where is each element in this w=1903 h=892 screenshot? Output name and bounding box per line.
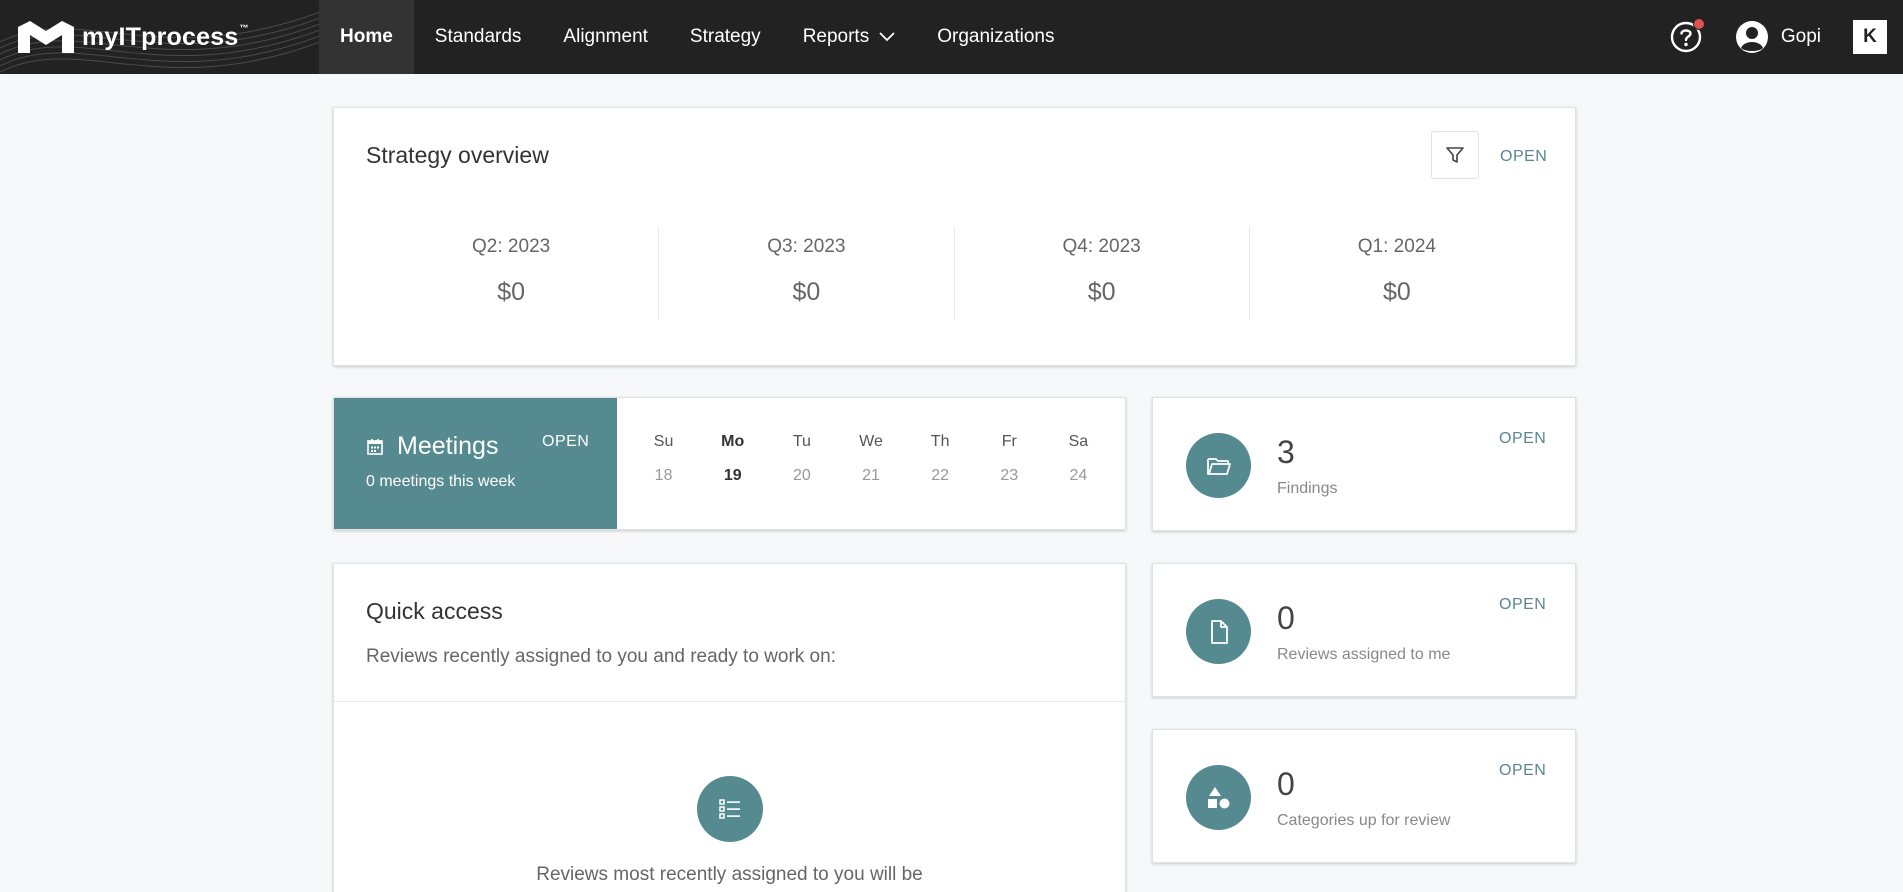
app-switcher-button[interactable]: K (1853, 20, 1887, 54)
brand-name: myITprocess™ (82, 22, 249, 51)
calendar-day[interactable]: Fr 23 (975, 398, 1044, 529)
day-name: Mo (721, 433, 745, 450)
day-name: Tu (792, 433, 811, 450)
folder-open-icon (1206, 457, 1231, 475)
categories-count: 0 (1277, 766, 1295, 802)
quarter-value: $0 (497, 278, 526, 306)
calendar-day[interactable]: Tu 20 (767, 398, 836, 529)
nav-home-label: Home (340, 26, 393, 47)
nav-home[interactable]: Home (319, 0, 414, 74)
day-date: 18 (654, 467, 673, 484)
calendar-day[interactable]: We 21 (836, 398, 905, 529)
nav-reports-dropdown[interactable]: Reports (782, 0, 917, 74)
main-nav: Home Standards Alignment Strategy Report… (319, 0, 1075, 74)
calendar-day[interactable]: Su 18 (629, 398, 698, 529)
quarter-summary: Q2: 2023 $0 Q3: 2023 $0 Q4: 2023 $0 Q1: … (364, 226, 1544, 320)
notification-dot (1692, 18, 1705, 30)
nav-reports-label: Reports (802, 26, 870, 47)
meetings-card: Meetings 0 meetings this week OPEN Su 18 … (333, 397, 1126, 530)
reviews-icon-badge (1186, 599, 1251, 664)
quarter-item: Q1: 2024 $0 (1250, 226, 1544, 320)
findings-card: 3 Findings OPEN (1152, 397, 1576, 531)
top-navigation-bar: myITprocess™ Home Standards Alignment St… (0, 0, 1903, 74)
logo-mark-icon (18, 21, 74, 53)
day-name: Su (653, 433, 674, 450)
day-date: 22 (931, 467, 950, 484)
day-date: 24 (1069, 467, 1088, 484)
user-menu[interactable]: Gopi (1735, 20, 1821, 54)
findings-count: 3 (1277, 434, 1295, 470)
quarter-value: $0 (792, 278, 821, 306)
meetings-open-link[interactable]: OPEN (542, 433, 589, 451)
user-avatar-icon (1735, 21, 1768, 53)
findings-icon-badge (1186, 433, 1251, 498)
calendar-day[interactable]: Th 22 (906, 398, 975, 529)
meetings-summary: Meetings 0 meetings this week OPEN (334, 398, 617, 529)
app-badge-label: K (1863, 26, 1877, 47)
day-date: 23 (1000, 467, 1019, 484)
filter-icon (1446, 147, 1464, 163)
list-icon (719, 799, 740, 819)
empty-state-icon-badge (697, 776, 763, 842)
meetings-count: 0 meetings this week (366, 473, 516, 490)
reviews-assigned-card: 0 Reviews assigned to me OPEN (1152, 563, 1576, 697)
help-button[interactable] (1669, 18, 1705, 54)
meetings-title-text: Meetings (397, 432, 499, 460)
day-name: We (859, 433, 883, 450)
strategy-overview-title: Strategy overview (366, 142, 549, 168)
quarter-item: Q4: 2023 $0 (955, 226, 1250, 320)
day-date: 21 (862, 467, 880, 484)
document-icon (1210, 619, 1228, 644)
brand-logo[interactable]: myITprocess™ (16, 19, 249, 55)
quarter-item: Q3: 2023 $0 (659, 226, 955, 320)
shapes-icon (1207, 786, 1229, 808)
quarter-label: Q3: 2023 (767, 236, 846, 257)
categories-label: Categories up for review (1277, 812, 1451, 829)
quick-access-card: Quick access Reviews recently assigned t… (333, 563, 1126, 892)
header-tools: Gopi K (1669, 0, 1903, 74)
day-date: 19 (723, 467, 742, 484)
nav-alignment[interactable]: Alignment (542, 0, 669, 74)
day-name: Th (930, 433, 950, 450)
divider (334, 701, 1125, 702)
user-name: Gopi (1780, 26, 1821, 47)
nav-strategy-label: Strategy (689, 26, 761, 47)
calendar-icon (367, 438, 383, 455)
day-date: 20 (792, 467, 811, 484)
day-name: Sa (1068, 433, 1089, 450)
strategy-overview-card: Strategy overview OPEN Q2: 2023 $0 Q3: 2… (333, 107, 1576, 366)
quarter-item: Q2: 2023 $0 (364, 226, 660, 320)
nav-organizations[interactable]: Organizations (916, 0, 1075, 74)
quarter-label: Q2: 2023 (472, 236, 551, 257)
chevron-down-icon (879, 32, 895, 42)
reviews-count: 0 (1277, 600, 1295, 636)
categories-open-link[interactable]: OPEN (1499, 762, 1546, 780)
nav-alignment-label: Alignment (563, 26, 648, 47)
filter-button[interactable] (1431, 131, 1479, 179)
calendar-day[interactable]: Sa 24 (1044, 398, 1113, 529)
week-calendar: Su 18 Mo 19 Tu 20 We 21 Th 22 Fr 23 Sa 24 (617, 398, 1125, 529)
reviews-label: Reviews assigned to me (1277, 646, 1451, 663)
quarter-value: $0 (1087, 278, 1116, 306)
strategy-open-link[interactable]: OPEN (1500, 148, 1547, 166)
quarter-label: Q4: 2023 (1062, 236, 1141, 257)
categories-review-card: 0 Categories up for review OPEN (1152, 729, 1576, 863)
nav-standards-label: Standards (434, 26, 522, 47)
quick-access-empty-text: Reviews most recently assigned to you wi… (536, 864, 923, 885)
quarter-value: $0 (1382, 278, 1411, 306)
reviews-open-link[interactable]: OPEN (1499, 596, 1546, 614)
nav-organizations-label: Organizations (937, 26, 1055, 47)
categories-icon-badge (1186, 765, 1251, 830)
quick-access-subtitle: Reviews recently assigned to you and rea… (366, 646, 836, 667)
quick-access-title: Quick access (366, 598, 503, 624)
nav-strategy[interactable]: Strategy (669, 0, 782, 74)
quarter-label: Q1: 2024 (1357, 236, 1436, 257)
nav-standards[interactable]: Standards (414, 0, 543, 74)
calendar-day-today[interactable]: Mo 19 (698, 398, 767, 529)
day-name: Fr (1001, 433, 1017, 450)
meetings-title: Meetings (366, 432, 498, 461)
findings-label: Findings (1277, 480, 1338, 497)
findings-open-link[interactable]: OPEN (1499, 430, 1546, 448)
